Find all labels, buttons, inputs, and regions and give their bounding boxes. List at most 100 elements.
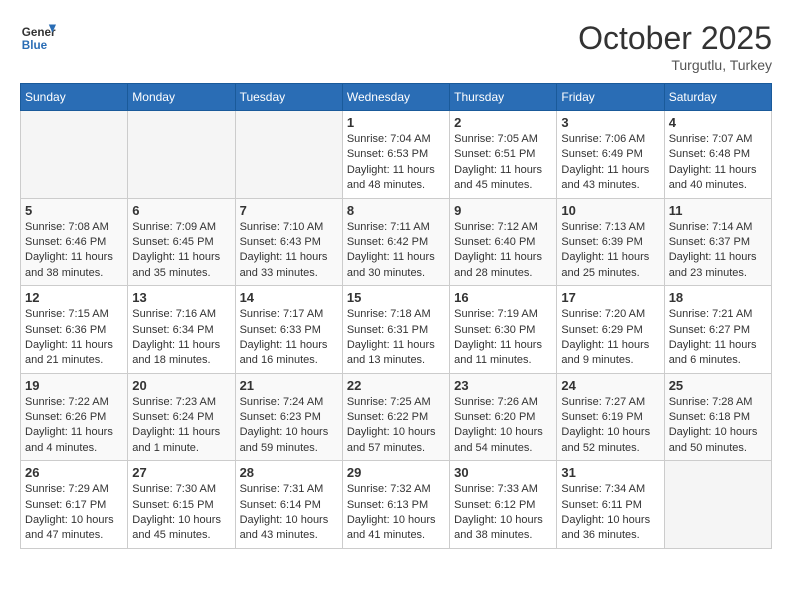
calendar-cell xyxy=(235,111,342,199)
cell-content: Sunrise: 7:05 AM Sunset: 6:51 PM Dayligh… xyxy=(454,132,552,194)
page-header: General Blue October 2025 Turgutlu, Turk… xyxy=(20,20,772,73)
logo-icon: General Blue xyxy=(20,20,56,56)
day-number: 2 xyxy=(454,115,552,130)
calendar-cell: 13 Sunrise: 7:16 AM Sunset: 6:34 PM Dayli… xyxy=(128,286,235,374)
cell-content: Sunrise: 7:19 AM Sunset: 6:30 PM Dayligh… xyxy=(454,307,552,369)
day-number: 21 xyxy=(240,378,338,393)
calendar-cell: 31 Sunrise: 7:34 AM Sunset: 6:11 PM Dayli… xyxy=(557,461,664,549)
day-number: 5 xyxy=(25,203,123,218)
cell-content: Sunrise: 7:14 AM Sunset: 6:37 PM Dayligh… xyxy=(669,220,767,282)
calendar-cell: 8 Sunrise: 7:11 AM Sunset: 6:42 PM Daylig… xyxy=(342,198,449,286)
cell-content: Sunrise: 7:09 AM Sunset: 6:45 PM Dayligh… xyxy=(132,220,230,282)
day-number: 19 xyxy=(25,378,123,393)
calendar-cell: 21Sunrise: 7:24 AM Sunset: 6:23 PM Dayli… xyxy=(235,373,342,461)
calendar-cell: 22 Sunrise: 7:25 AM Sunset: 6:22 PM Dayli… xyxy=(342,373,449,461)
cell-content: Sunrise: 7:04 AM Sunset: 6:53 PM Dayligh… xyxy=(347,132,445,194)
day-number: 3 xyxy=(561,115,659,130)
calendar-cell: 12Sunrise: 7:15 AM Sunset: 6:36 PM Dayli… xyxy=(21,286,128,374)
day-number: 16 xyxy=(454,290,552,305)
cell-content: Sunrise: 7:30 AM Sunset: 6:15 PM Dayligh… xyxy=(132,482,230,544)
day-header-sunday: Sunday xyxy=(21,84,128,111)
calendar-cell: 28Sunrise: 7:31 AM Sunset: 6:14 PM Dayli… xyxy=(235,461,342,549)
day-number: 27 xyxy=(132,465,230,480)
calendar-cell: 19 Sunrise: 7:22 AM Sunset: 6:26 PM Dayli… xyxy=(21,373,128,461)
cell-content: Sunrise: 7:33 AM Sunset: 6:12 PM Dayligh… xyxy=(454,482,552,544)
calendar-cell: 2 Sunrise: 7:05 AM Sunset: 6:51 PM Daylig… xyxy=(450,111,557,199)
day-number: 23 xyxy=(454,378,552,393)
day-number: 20 xyxy=(132,378,230,393)
calendar-cell: 20 Sunrise: 7:23 AM Sunset: 6:24 PM Dayli… xyxy=(128,373,235,461)
calendar-cell: 27 Sunrise: 7:30 AM Sunset: 6:15 PM Dayli… xyxy=(128,461,235,549)
week-row-2: 5 Sunrise: 7:08 AM Sunset: 6:46 PM Daylig… xyxy=(21,198,772,286)
cell-content: Sunrise: 7:27 AM Sunset: 6:19 PM Dayligh… xyxy=(561,395,659,457)
cell-content: Sunrise: 7:25 AM Sunset: 6:22 PM Dayligh… xyxy=(347,395,445,457)
day-number: 14 xyxy=(240,290,338,305)
calendar-cell: 25 Sunrise: 7:28 AM Sunset: 6:18 PM Dayli… xyxy=(664,373,771,461)
cell-content: Sunrise: 7:23 AM Sunset: 6:24 PM Dayligh… xyxy=(132,395,230,457)
calendar-cell: 23 Sunrise: 7:26 AM Sunset: 6:20 PM Dayli… xyxy=(450,373,557,461)
cell-content: Sunrise: 7:10 AM Sunset: 6:43 PM Dayligh… xyxy=(240,220,338,282)
cell-content: Sunrise: 7:12 AM Sunset: 6:40 PM Dayligh… xyxy=(454,220,552,282)
day-header-monday: Monday xyxy=(128,84,235,111)
cell-content: Sunrise: 7:11 AM Sunset: 6:42 PM Dayligh… xyxy=(347,220,445,282)
day-number: 1 xyxy=(347,115,445,130)
day-number: 15 xyxy=(347,290,445,305)
calendar-cell: 15 Sunrise: 7:18 AM Sunset: 6:31 PM Dayli… xyxy=(342,286,449,374)
calendar-cell: 3 Sunrise: 7:06 AM Sunset: 6:49 PM Daylig… xyxy=(557,111,664,199)
cell-content: Sunrise: 7:18 AM Sunset: 6:31 PM Dayligh… xyxy=(347,307,445,369)
day-number: 9 xyxy=(454,203,552,218)
calendar-cell xyxy=(664,461,771,549)
day-number: 28 xyxy=(240,465,338,480)
calendar-cell: 9 Sunrise: 7:12 AM Sunset: 6:40 PM Daylig… xyxy=(450,198,557,286)
calendar-table: SundayMondayTuesdayWednesdayThursdayFrid… xyxy=(20,83,772,549)
calendar-cell: 24 Sunrise: 7:27 AM Sunset: 6:19 PM Dayli… xyxy=(557,373,664,461)
month-title: October 2025 xyxy=(578,20,772,57)
week-row-1: 1 Sunrise: 7:04 AM Sunset: 6:53 PM Daylig… xyxy=(21,111,772,199)
calendar-cell xyxy=(21,111,128,199)
cell-content: Sunrise: 7:21 AM Sunset: 6:27 PM Dayligh… xyxy=(669,307,767,369)
cell-content: Sunrise: 7:29 AM Sunset: 6:17 PM Dayligh… xyxy=(25,482,123,544)
cell-content: Sunrise: 7:34 AM Sunset: 6:11 PM Dayligh… xyxy=(561,482,659,544)
week-row-4: 19 Sunrise: 7:22 AM Sunset: 6:26 PM Dayli… xyxy=(21,373,772,461)
calendar-cell: 7Sunrise: 7:10 AM Sunset: 6:43 PM Daylig… xyxy=(235,198,342,286)
calendar-cell: 1 Sunrise: 7:04 AM Sunset: 6:53 PM Daylig… xyxy=(342,111,449,199)
cell-content: Sunrise: 7:15 AM Sunset: 6:36 PM Dayligh… xyxy=(25,307,123,369)
location: Turgutlu, Turkey xyxy=(578,57,772,73)
calendar-cell: 26 Sunrise: 7:29 AM Sunset: 6:17 PM Dayli… xyxy=(21,461,128,549)
day-number: 24 xyxy=(561,378,659,393)
cell-content: Sunrise: 7:32 AM Sunset: 6:13 PM Dayligh… xyxy=(347,482,445,544)
day-number: 26 xyxy=(25,465,123,480)
calendar-cell: 5 Sunrise: 7:08 AM Sunset: 6:46 PM Daylig… xyxy=(21,198,128,286)
cell-content: Sunrise: 7:20 AM Sunset: 6:29 PM Dayligh… xyxy=(561,307,659,369)
day-number: 31 xyxy=(561,465,659,480)
cell-content: Sunrise: 7:26 AM Sunset: 6:20 PM Dayligh… xyxy=(454,395,552,457)
cell-content: Sunrise: 7:06 AM Sunset: 6:49 PM Dayligh… xyxy=(561,132,659,194)
calendar-cell: 16 Sunrise: 7:19 AM Sunset: 6:30 PM Dayli… xyxy=(450,286,557,374)
cell-content: Sunrise: 7:13 AM Sunset: 6:39 PM Dayligh… xyxy=(561,220,659,282)
day-number: 22 xyxy=(347,378,445,393)
calendar-cell: 14 Sunrise: 7:17 AM Sunset: 6:33 PM Dayli… xyxy=(235,286,342,374)
cell-content: Sunrise: 7:16 AM Sunset: 6:34 PM Dayligh… xyxy=(132,307,230,369)
cell-content: Sunrise: 7:22 AM Sunset: 6:26 PM Dayligh… xyxy=(25,395,123,457)
day-header-saturday: Saturday xyxy=(664,84,771,111)
day-number: 8 xyxy=(347,203,445,218)
day-number: 18 xyxy=(669,290,767,305)
calendar-cell: 10Sunrise: 7:13 AM Sunset: 6:39 PM Dayli… xyxy=(557,198,664,286)
cell-content: Sunrise: 7:17 AM Sunset: 6:33 PM Dayligh… xyxy=(240,307,338,369)
day-number: 25 xyxy=(669,378,767,393)
calendar-cell: 30 Sunrise: 7:33 AM Sunset: 6:12 PM Dayli… xyxy=(450,461,557,549)
day-number: 29 xyxy=(347,465,445,480)
cell-content: Sunrise: 7:28 AM Sunset: 6:18 PM Dayligh… xyxy=(669,395,767,457)
week-row-5: 26 Sunrise: 7:29 AM Sunset: 6:17 PM Dayli… xyxy=(21,461,772,549)
day-header-wednesday: Wednesday xyxy=(342,84,449,111)
title-block: October 2025 Turgutlu, Turkey xyxy=(578,20,772,73)
day-number: 13 xyxy=(132,290,230,305)
cell-content: Sunrise: 7:08 AM Sunset: 6:46 PM Dayligh… xyxy=(25,220,123,282)
svg-text:Blue: Blue xyxy=(22,39,48,52)
calendar-cell: 11Sunrise: 7:14 AM Sunset: 6:37 PM Dayli… xyxy=(664,198,771,286)
day-number: 17 xyxy=(561,290,659,305)
day-number: 30 xyxy=(454,465,552,480)
calendar-cell: 29 Sunrise: 7:32 AM Sunset: 6:13 PM Dayli… xyxy=(342,461,449,549)
day-header-thursday: Thursday xyxy=(450,84,557,111)
calendar-cell: 18 Sunrise: 7:21 AM Sunset: 6:27 PM Dayli… xyxy=(664,286,771,374)
